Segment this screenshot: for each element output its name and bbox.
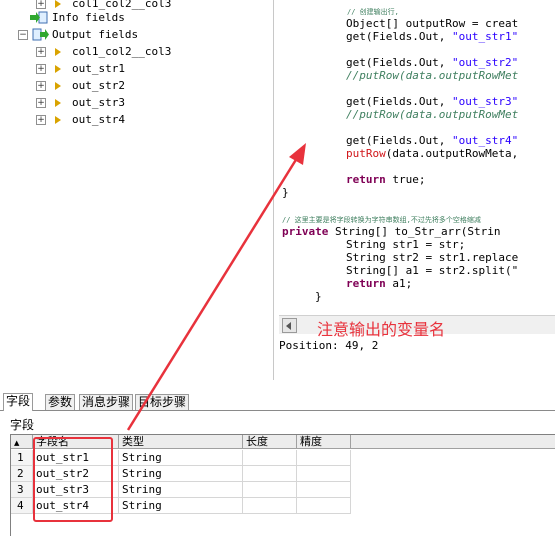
annotation-arrow xyxy=(126,143,306,431)
